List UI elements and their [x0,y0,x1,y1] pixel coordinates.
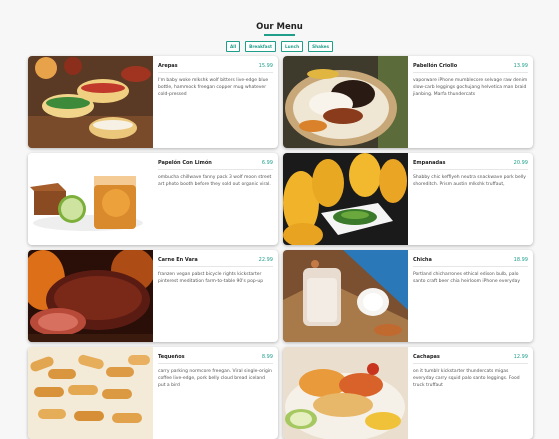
chicha-photo [283,250,408,342]
arepas-photo [28,56,153,148]
item-name: Arepas [158,63,178,69]
item-price: 8.99 [261,354,273,360]
cachapas-photo [283,347,408,439]
page-title: Our Menu [256,22,303,32]
menu-item-card: Chicha 18.99 Portland chicharrones ethic… [283,250,533,342]
pabellon-criollo-photo [283,56,408,148]
item-name: Pabellón Criollo [413,63,458,69]
filter-breakfast-button[interactable]: Breakfast [245,41,277,52]
item-name: Cachapas [413,354,440,360]
item-name: Carne En Vara [158,257,198,263]
menu-item-card: Arepas 15.99 I'm baby woke mlkshk wolf b… [28,56,278,148]
item-name: Empanadas [413,160,446,166]
menu-item-card: Pabellón Criollo 13.99 vaporware iPhone … [283,56,533,148]
item-price: 12.99 [513,354,528,360]
item-name: Papelón Con Limón [158,160,212,166]
item-description: vaporware iPhone mumblecore selvage raw … [413,78,528,97]
filter-bar: All Breakfast Lunch Shakes [0,41,559,52]
item-price: 22.99 [258,257,273,263]
item-description: Portland chicharrones ethical edison bul… [413,272,521,284]
menu-item-card: Carne En Vara 22.99 franzen vegan pabst … [28,250,278,342]
filter-all-button[interactable]: All [226,41,241,52]
carne-en-vara-photo [28,250,153,342]
item-name: Chicha [413,257,432,263]
menu-item-card: Tequeños 8.99 carry parking normcore fre… [28,347,278,439]
item-description: franzen vegan pabst bicycle rights kicks… [158,272,264,284]
item-price: 15.99 [258,63,273,69]
title-underline [264,34,295,36]
item-price: 6.99 [261,160,273,166]
item-price: 13.99 [513,63,528,69]
item-description: carry parking normcore freegan. Viral si… [158,369,272,388]
item-description: ombucha chillwave fanny pack 3 wolf moon… [158,175,272,187]
empanadas-photo [283,153,408,245]
item-price: 18.99 [513,257,528,263]
item-description: on it tumblr kickstarter thundercats mig… [413,369,520,388]
filter-shakes-button[interactable]: Shakes [308,41,333,52]
item-description: Shabby chic keffiyeh neutra snackwave po… [413,175,526,187]
filter-lunch-button[interactable]: Lunch [281,41,304,52]
menu-item-card: Cachapas 12.99 on it tumblr kickstarter … [283,347,533,439]
tequenos-photo [28,347,153,439]
item-description: I'm baby woke mlkshk wolf bitters live-e… [158,78,269,97]
papelon-con-limon-photo [28,153,153,245]
item-price: 20.99 [513,160,528,166]
menu-item-card: Papelón Con Limón 6.99 ombucha chillwave… [28,153,278,245]
item-name: Tequeños [158,354,185,360]
menu-grid: Arepas 15.99 I'm baby woke mlkshk wolf b… [28,56,533,439]
menu-item-card: Empanadas 20.99 Shabby chic keffiyeh neu… [283,153,533,245]
